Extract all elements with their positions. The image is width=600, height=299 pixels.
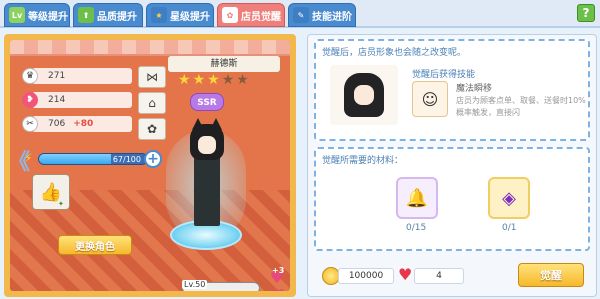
tab-quality-up[interactable]: ⬆ 品质提升 [73, 3, 143, 27]
skill-icon: ✎ [293, 7, 309, 23]
tab-star-up[interactable]: ★ 星级提升 [146, 3, 214, 27]
character-stage: ♛ 271 ❥ 214 ✂ 706 +80 ⋈ ⌂ ✿ ⚡ 67/100 + 👍… [10, 40, 290, 291]
heart-icon: ♥ [398, 265, 413, 284]
materials-title: 觉醒所需要的材料： [322, 156, 404, 166]
awaken-button[interactable]: 觉醒 [518, 263, 584, 287]
awakened-hair [344, 73, 384, 117]
star-rating: ★ ★ ★ ★ ★ [178, 73, 249, 87]
character-panel: ♛ 271 ❥ 214 ✂ 706 +80 ⋈ ⌂ ✿ ⚡ 67/100 + 👍… [4, 34, 296, 297]
exp-text: 67/100 [112, 155, 141, 164]
hat-icon: ⌂ [148, 96, 156, 110]
bell-icon: 🔔 [405, 187, 429, 209]
materials-box: 觉醒所需要的材料： 🔔 0/15 ◈ 0/1 [314, 147, 590, 251]
stat-row-charm: ❥ 214 [22, 92, 132, 108]
awaken-preview-box: 觉醒后，店员形象也会随之改变呢。 觉醒后获得技能 ☺ 魔法瞬移 店员为顾客点单、… [314, 39, 590, 141]
stat-value: 706 [48, 119, 66, 129]
tab-label: 品质提升 [97, 11, 137, 23]
star-filled-icon: ★ [192, 72, 206, 88]
gem-brooch-icon: ◈ [502, 187, 516, 209]
tab-label: 店员觉醒 [241, 11, 281, 23]
tab-label: 星级提升 [170, 11, 210, 23]
awakened-face [354, 85, 374, 105]
awaken-panel: 觉醒后，店员形象也会随之改变呢。 觉醒后获得技能 ☺ 魔法瞬移 店员为顾客点单、… [307, 34, 597, 297]
bow-icon: ❥ [22, 92, 38, 108]
coin-amount: 100000 [338, 268, 394, 284]
material-slot-bell[interactable]: 🔔 [396, 177, 438, 219]
tab-bar: Lv 等级提升 ⬆ 品质提升 ★ 星级提升 ✿ 店员觉醒 ✎ 技能进阶 ? [0, 0, 600, 28]
material-count: 0/1 [502, 223, 517, 233]
material-slot-gem[interactable]: ◈ [488, 177, 530, 219]
skill-portrait-icon[interactable]: ☺ [412, 81, 448, 117]
stat-value: 214 [48, 95, 66, 105]
footer-bar: 100000 ♥ 4 觉醒 [314, 259, 592, 293]
material-count: 0/15 [406, 223, 427, 233]
tab-label: 技能进阶 [312, 11, 352, 23]
stat-row-cooking: ♛ 271 [22, 68, 132, 84]
awakened-portrait [330, 65, 398, 125]
star-empty-icon: ★ [221, 72, 235, 88]
star-filled-icon: ★ [207, 72, 220, 88]
curtain-decoration [10, 40, 290, 56]
tab-level-up[interactable]: Lv 等级提升 [4, 3, 70, 27]
change-character-button[interactable]: 更换角色 [58, 235, 132, 255]
equip-slot-hat[interactable]: ⌂ [138, 92, 166, 114]
rarity-badge: SSR [190, 93, 224, 111]
star-empty-icon: ★ [236, 72, 249, 88]
equip-slot-tie[interactable]: ⋈ [138, 66, 166, 88]
stat-row-skill: ✂ 706 +80 [22, 116, 132, 132]
tab-label: 等级提升 [28, 11, 68, 23]
bowtie-icon: ⋈ [146, 70, 158, 84]
tab-awaken[interactable]: ✿ 店员觉醒 [217, 3, 285, 27]
star-icon: ★ [151, 7, 167, 23]
awaken-preview-title: 觉醒后，店员形象也会随之改变呢。 [322, 48, 467, 58]
awaken-icon: ✿ [222, 7, 238, 23]
scissors-icon: ✂ [22, 116, 38, 132]
character-name: 赫德斯 [168, 56, 280, 72]
skill-name: 魔法瞬移 [456, 84, 493, 94]
exp-bar: 67/100 [38, 153, 148, 165]
skill-description: 店员为顾客点单、取餐、送餐时10%概率触发，直接闪 [456, 96, 586, 117]
tab-skill-advance[interactable]: ✎ 技能进阶 [288, 3, 356, 27]
skill-title: 觉醒后获得技能 [412, 70, 476, 80]
star-filled-icon: ★ [178, 72, 191, 88]
character-body [194, 150, 220, 226]
thumb-level: ✦ [58, 200, 64, 208]
prev-character-arrow-icon[interactable]: 《 [8, 144, 30, 176]
equip-slot-flower[interactable]: ✿ [138, 118, 166, 140]
level-up-icon: Lv [9, 7, 25, 23]
stat-bonus: +80 [73, 119, 94, 129]
stat-value: 271 [48, 71, 66, 81]
help-button[interactable]: ? [577, 4, 595, 22]
level-label: Lv.50 [182, 280, 208, 289]
favor-badge: +3 [272, 266, 285, 275]
portrait-thumbnail[interactable]: 👍 [32, 174, 70, 210]
flower-icon: ✿ [146, 122, 158, 136]
character-face [198, 136, 216, 154]
heart-amount: 4 [414, 268, 464, 284]
chef-hat-icon: ♛ [22, 68, 38, 84]
favor-label: 好感 [268, 288, 284, 291]
add-exp-button[interactable]: + [144, 150, 162, 168]
quality-up-icon: ⬆ [78, 7, 94, 23]
